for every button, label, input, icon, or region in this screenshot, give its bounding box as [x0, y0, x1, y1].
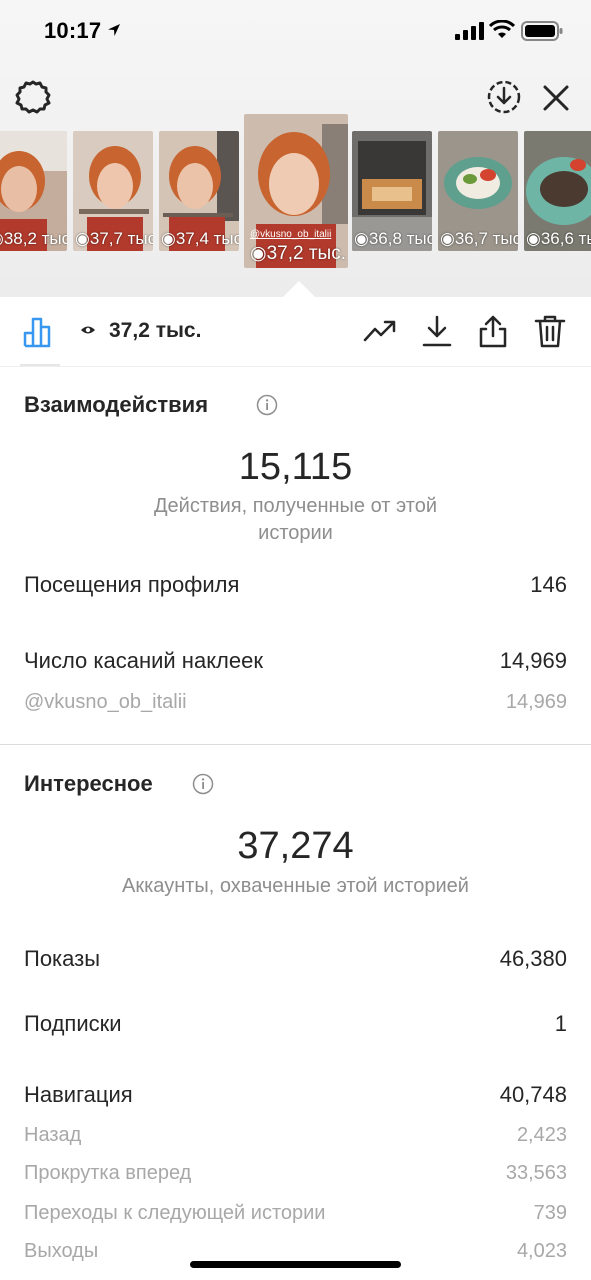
stat-row: Навигация 40,748 [24, 1082, 567, 1108]
home-indicator[interactable] [190, 1261, 401, 1268]
stat-row: Подписки 1 [24, 1011, 567, 1037]
insights-toolbar: 37,2 тыс. [0, 297, 591, 367]
stat-label: @vkusno_ob_italii [24, 691, 187, 713]
stat-label: Навигация [24, 1082, 133, 1107]
stat-subrow: Выходы 4,023 [24, 1240, 567, 1263]
stat-label: Показы [24, 946, 101, 971]
close-icon[interactable] [540, 82, 572, 114]
stat-row: Посещения профиля 146 [24, 572, 567, 598]
trending-icon[interactable] [363, 314, 397, 348]
stat-label: Выходы [24, 1240, 99, 1262]
stat-label: Переходы к следующей истории [24, 1202, 326, 1224]
stat-value: 14,969 [499, 648, 567, 673]
stat-value: 46,380 [499, 946, 567, 971]
stat-value: 1 [554, 1011, 567, 1036]
discovery-caption: Аккаунты, охваченные этой историей [122, 875, 469, 897]
story-view-count: ◉37,7 тыс. [75, 229, 153, 248]
info-icon[interactable] [256, 394, 278, 416]
selected-story-pointer [283, 281, 315, 297]
stat-label: Число касаний наклеек [24, 648, 263, 673]
stat-row: Показы 46,380 [24, 946, 567, 972]
settings-gear-icon[interactable] [14, 78, 52, 116]
wifi-icon [489, 20, 515, 38]
story-view-count: ◉38,2 тыс. [0, 229, 67, 248]
story-thumbnail[interactable]: ◉36,8 тыс. [352, 131, 432, 251]
cellular-signal-icon [455, 22, 484, 40]
stat-row: Число касаний наклеек 14,969 [24, 648, 567, 674]
bar-chart-icon[interactable] [22, 313, 58, 349]
story-thumbnail[interactable]: ◉36,7 тыс. [438, 131, 518, 251]
stat-label: Назад [24, 1124, 82, 1146]
story-view-count: ◉36,7 тыс. [440, 229, 518, 248]
stat-value: 4,023 [516, 1240, 567, 1262]
active-tab-underline [20, 364, 60, 366]
story-thumbnail[interactable]: ◉37,4 тыс. [159, 131, 239, 251]
status-bar: 10:17 [0, 0, 591, 64]
stat-value: 33,563 [505, 1162, 567, 1184]
story-mention-sticker: @vkusno_ob_italii [250, 229, 332, 240]
stat-label: Подписки [24, 1011, 122, 1036]
section-divider [0, 744, 591, 745]
section-title-interactions: Взаимодействия [24, 392, 209, 417]
stat-subrow: Переходы к следующей истории 739 [24, 1202, 567, 1225]
eye-icon [81, 326, 95, 334]
stat-subrow: Прокрутка вперед 33,563 [24, 1162, 567, 1185]
section-title-discovery: Интересное [24, 771, 153, 796]
story-view-count: ◉36,8 тыс. [354, 229, 432, 248]
battery-icon [521, 21, 563, 41]
status-time: 10:17 [44, 18, 102, 43]
interactions-total: 15,115 [238, 446, 353, 488]
stat-value: 146 [530, 572, 567, 597]
story-view-total: 37,2 тыс. [109, 319, 202, 342]
stat-value: 739 [533, 1202, 567, 1224]
story-thumbnail-selected[interactable]: @vkusno_ob_italii ◉37,2 тыс. [244, 114, 348, 268]
story-preview-area: 10:17 ◉38,2 [0, 0, 591, 297]
save-story-icon[interactable] [485, 78, 523, 116]
share-icon[interactable] [476, 314, 510, 348]
stat-value: 14,969 [505, 691, 567, 713]
stat-label: Прокрутка вперед [24, 1162, 192, 1184]
stat-subrow: @vkusno_ob_italii 14,969 [24, 691, 567, 714]
info-icon[interactable] [192, 773, 214, 795]
stat-subrow: Назад 2,423 [24, 1124, 567, 1147]
stat-value: 2,423 [516, 1124, 567, 1146]
story-view-count: ◉37,2 тыс. [250, 243, 346, 264]
story-thumbnail[interactable]: ◉37,7 тыс. [73, 131, 153, 251]
stat-label: Посещения профиля [24, 572, 240, 597]
story-thumbnail[interactable]: ◉38,2 тыс. [0, 131, 67, 251]
story-view-count: ◉37,4 тыс. [161, 229, 239, 248]
story-view-count: ◉36,6 тыс. [526, 229, 591, 248]
story-thumbnail[interactable]: ◉36,6 тыс. [524, 131, 591, 251]
download-icon[interactable] [420, 314, 454, 348]
discovery-total: 37,274 [237, 825, 354, 867]
interactions-caption: Действия, полученные от этой истории [153, 495, 437, 544]
stat-value: 40,748 [499, 1082, 567, 1107]
location-arrow-icon [108, 24, 120, 36]
trash-icon[interactable] [533, 314, 567, 348]
